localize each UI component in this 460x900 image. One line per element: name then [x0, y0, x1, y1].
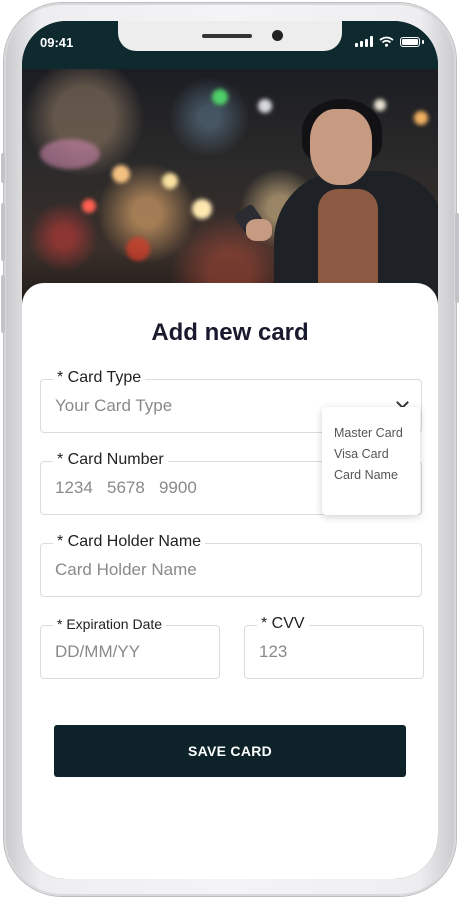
battery-cap: [422, 39, 424, 44]
card-type-label: * Card Type: [53, 369, 146, 387]
card-holder-name-field[interactable]: * Card Holder Name Card Holder Name: [40, 533, 422, 597]
add-card-sheet: Add new card * Card Type Your Card Type …: [22, 283, 438, 879]
signal-icon: [355, 36, 373, 47]
card-number-label: * Card Number: [53, 451, 168, 469]
expiration-date-field[interactable]: * Expiration Date DD/MM/YY: [40, 616, 220, 679]
cvv-field[interactable]: * CVV 123: [244, 615, 424, 679]
mute-switch: [1, 153, 5, 183]
expiration-date-label: * Expiration Date: [53, 616, 167, 632]
notch: [118, 21, 342, 51]
front-camera: [272, 30, 283, 41]
speaker: [202, 34, 252, 38]
card-holder-name-placeholder: Card Holder Name: [55, 560, 197, 579]
dropdown-option-master-card[interactable]: Master Card: [322, 423, 420, 444]
volume-down-button: [1, 275, 5, 333]
save-card-button[interactable]: SAVE CARD: [54, 725, 406, 777]
cvv-label: * CVV: [257, 615, 309, 633]
card-number-placeholder: 1234 5678 9900: [55, 478, 197, 497]
status-icons: [355, 36, 424, 47]
cvv-placeholder: 123: [259, 642, 288, 661]
power-button: [455, 213, 459, 303]
page-title: Add new card: [151, 319, 309, 346]
card-type-dropdown: Master Card Visa Card Card Name: [322, 407, 420, 515]
dropdown-option-visa-card[interactable]: Visa Card: [322, 444, 420, 465]
status-bar: 09:41: [22, 21, 438, 69]
wifi-icon: [379, 36, 394, 47]
card-holder-name-label: * Card Holder Name: [53, 533, 206, 551]
volume-up-button: [1, 203, 5, 261]
status-time: 09:41: [40, 35, 74, 50]
hero-image: [22, 69, 438, 309]
dropdown-option-card-name[interactable]: Card Name: [322, 465, 420, 486]
battery-icon: [400, 36, 420, 47]
expiration-date-placeholder: DD/MM/YY: [55, 642, 140, 661]
card-type-value: Your Card Type: [55, 396, 173, 415]
phone-screen: 09:41 Add new card * Card Type Your Card…: [22, 21, 438, 879]
phone-frame: 09:41 Add new card * Card Type Your Card…: [1, 3, 459, 896]
